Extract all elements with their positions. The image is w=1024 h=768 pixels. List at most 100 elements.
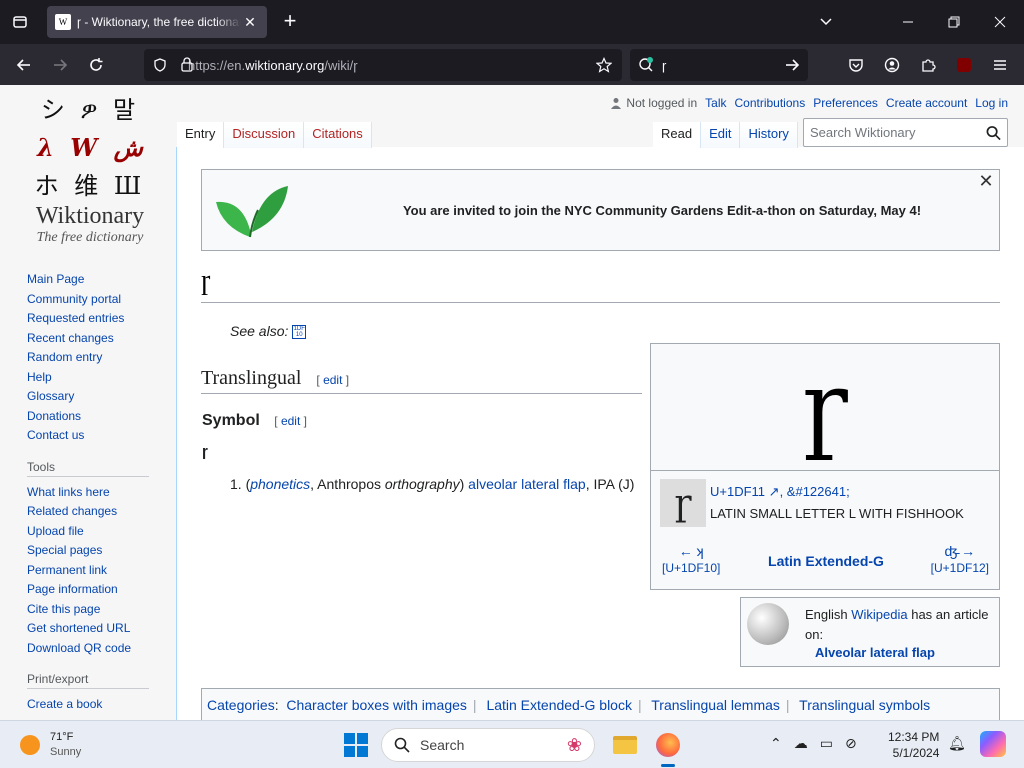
sidebar-item-community-portal[interactable]: Community portal	[27, 290, 167, 310]
search-icon[interactable]	[986, 125, 1001, 141]
ublock-button[interactable]	[951, 52, 977, 78]
network-icon[interactable]: ⊘	[845, 735, 857, 752]
unicode-block-link[interactable]: Latin Extended-G	[761, 553, 891, 569]
sidebar-item-requested-entries[interactable]: Requested entries	[27, 309, 167, 329]
reload-icon	[90, 58, 103, 71]
star-icon[interactable]	[596, 57, 612, 73]
sidebar-item-glossary[interactable]: Glossary	[27, 387, 167, 407]
definition-text: , IPA (J)	[585, 476, 635, 492]
sidebar-item-random-entry[interactable]: Random entry	[27, 348, 167, 368]
wikipedia-article-link[interactable]: Alveolar lateral flap	[815, 645, 935, 660]
pocket-button[interactable]	[843, 52, 869, 78]
wikipedia-link[interactable]: Wikipedia	[851, 607, 907, 622]
close-window-button[interactable]	[988, 10, 1012, 34]
firefox-taskbar-button[interactable]	[652, 729, 684, 767]
sidebar-item-main-page[interactable]: Main Page	[27, 270, 167, 290]
sidebar-item-download-qr-code[interactable]: Download QR code	[27, 639, 167, 659]
close-notice-icon[interactable]: ✕	[977, 172, 995, 190]
category-link[interactable]: Character boxes with images	[286, 697, 467, 713]
back-button[interactable]	[11, 52, 37, 78]
wiktionary-logo[interactable]: シ ዎ 말 λ W ش ホ 维 Ш Wiktionary The free di…	[20, 91, 160, 251]
taskbar-search[interactable]: Search ❀	[381, 728, 595, 762]
sidebar-item-permanent-link[interactable]: Permanent link	[27, 561, 167, 581]
codepoint-link[interactable]: U+1DF11	[710, 484, 765, 499]
edit-section-link[interactable]: edit	[323, 373, 342, 387]
sidebar-item-upload-file[interactable]: Upload file	[27, 522, 167, 542]
firefox-icon	[656, 733, 680, 757]
tab-read[interactable]: Read	[653, 122, 702, 148]
copilot-icon[interactable]	[980, 731, 1006, 757]
categories-label[interactable]: Categories	[207, 697, 275, 713]
new-tab-button[interactable]: +	[278, 10, 302, 34]
taskbar-search-label: Search	[420, 737, 465, 753]
tab-citations[interactable]: Citations	[304, 122, 372, 148]
category-link[interactable]: Translingual lemmas	[651, 697, 780, 713]
browser-search-bar[interactable]: ɼ	[630, 49, 808, 81]
file-explorer-button[interactable]	[609, 729, 641, 761]
tab-edit[interactable]: Edit	[701, 122, 741, 148]
previous-character-link[interactable]: ← ʞ [U+1DF10]	[662, 543, 720, 575]
login-link[interactable]: Log in	[975, 96, 1008, 110]
leaf-icon	[216, 186, 288, 238]
sidebar-item-contact-us[interactable]: Contact us	[27, 426, 167, 446]
search-input[interactable]	[810, 125, 986, 140]
sidebar-item-related-changes[interactable]: Related changes	[27, 502, 167, 522]
monitor-icon[interactable]: ▭	[820, 735, 833, 752]
category-link[interactable]: Translingual symbols	[799, 697, 930, 713]
weather-widget[interactable]: 71°F Sunny	[20, 730, 81, 760]
sidebar-item-cite-this-page[interactable]: Cite this page	[27, 600, 167, 620]
sidebar-item-donations[interactable]: Donations	[27, 407, 167, 427]
url-path: /wiki/ɼ	[324, 57, 358, 73]
tab-discussion[interactable]: Discussion	[224, 122, 305, 148]
chevron-up-icon[interactable]: ⌃	[770, 735, 782, 752]
list-all-tabs-button[interactable]	[814, 10, 838, 34]
category-link[interactable]: Latin Extended-G block	[486, 697, 632, 713]
menu-button[interactable]	[987, 52, 1013, 78]
character-info-box: ɼ ɼ U+1DF11 ↗, &#122641; LATIN SMALL LET…	[650, 343, 1000, 590]
preferences-link[interactable]: Preferences	[813, 96, 878, 110]
not-logged-in: Not logged in	[610, 96, 697, 110]
reload-button[interactable]	[83, 52, 109, 78]
clock[interactable]: 12:34 PM 5/1/2024	[888, 729, 939, 761]
character-thumbnail[interactable]: ɼ	[660, 479, 706, 527]
talk-link[interactable]: Talk	[705, 96, 726, 110]
chevron-down-icon	[820, 18, 832, 26]
edit-section-link[interactable]: edit	[281, 414, 300, 428]
extensions-button[interactable]	[915, 52, 941, 78]
restore-button[interactable]	[942, 10, 966, 34]
wikipedia-text: English Wikipedia has an article on:	[805, 605, 995, 645]
character-large: ɼ	[651, 344, 999, 471]
forward-button[interactable]	[47, 52, 73, 78]
onedrive-icon[interactable]: ☁	[794, 735, 808, 752]
sidebar-item-page-information[interactable]: Page information	[27, 580, 167, 600]
close-tab-icon[interactable]: ✕	[241, 14, 259, 31]
tab-entry[interactable]: Entry	[177, 122, 225, 148]
sidebar-item-what-links-here[interactable]: What links here	[27, 483, 167, 503]
next-character-link[interactable]: ʤ̵ → [U+1DF12]	[931, 543, 989, 575]
wikipedia-text-1: English	[805, 607, 852, 622]
windows-logo-icon	[344, 733, 355, 744]
see-also-link[interactable]: 1DF 10	[292, 325, 307, 340]
section-edit: [ edit ]	[274, 414, 307, 428]
account-button[interactable]	[879, 52, 905, 78]
tab-history[interactable]: History	[740, 122, 798, 148]
minimize-icon	[903, 21, 913, 23]
url-bar[interactable]: https://en.wiktionary.org/wiki/ɼ	[144, 49, 622, 81]
alveolar-lateral-flap-link[interactable]: alveolar lateral flap	[468, 476, 586, 492]
sidebar-item-special-pages[interactable]: Special pages	[27, 541, 167, 561]
phonetics-link[interactable]: phonetics	[250, 476, 310, 492]
definition-number: 1. (	[230, 476, 251, 492]
active-tab[interactable]: W ɼ - Wiktionary, the free dictionary ✕	[47, 6, 267, 38]
sidebar-item-create-a-book[interactable]: Create a book	[27, 695, 167, 715]
tab-list-button[interactable]	[8, 10, 32, 34]
create-account-link[interactable]: Create account	[886, 96, 967, 110]
arrow-right-icon[interactable]	[784, 57, 800, 73]
external-link-icon: ↗	[765, 484, 780, 499]
sidebar-item-help[interactable]: Help	[27, 368, 167, 388]
contributions-link[interactable]: Contributions	[734, 96, 805, 110]
bell-icon[interactable]: 🔔︎	[948, 735, 966, 752]
sidebar-item-recent-changes[interactable]: Recent changes	[27, 329, 167, 349]
minimize-button[interactable]	[896, 10, 920, 34]
sidebar-item-get-shortened-url[interactable]: Get shortened URL	[27, 619, 167, 639]
start-button[interactable]	[344, 733, 368, 757]
